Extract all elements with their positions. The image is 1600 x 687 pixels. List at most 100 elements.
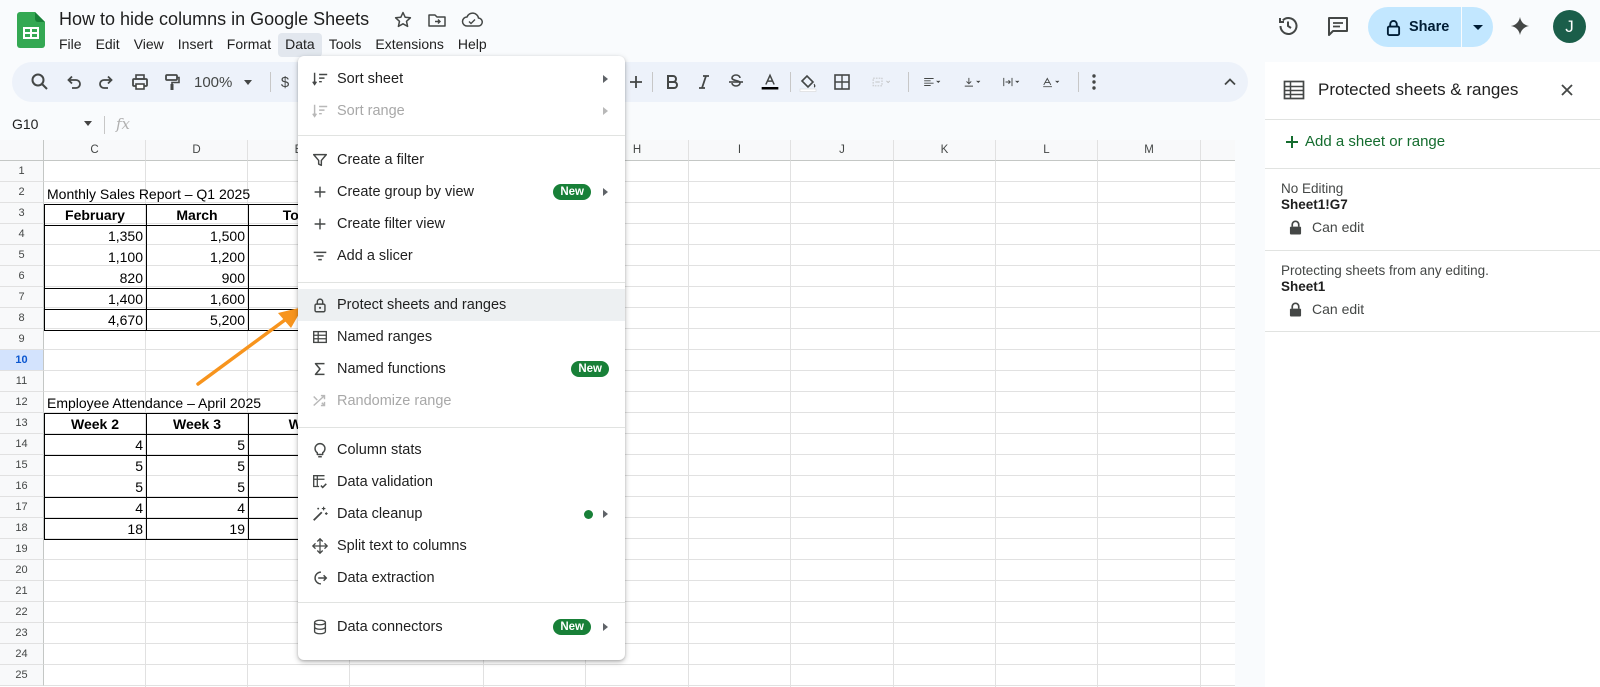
text-color-icon[interactable] [756, 70, 784, 94]
attendance-cell[interactable]: 18 [44, 518, 146, 539]
attendance-cell[interactable]: 5 [44, 455, 146, 476]
row-header-18[interactable]: 18 [0, 518, 44, 539]
paint-format-icon[interactable] [160, 70, 184, 94]
star-icon[interactable] [393, 10, 413, 30]
menu-view[interactable]: View [127, 33, 171, 57]
attendance-cell[interactable]: 5 [146, 455, 248, 476]
menu-item-named-functions[interactable]: Named functions New [298, 353, 625, 385]
column-header-i[interactable]: I [689, 140, 791, 161]
menu-edit[interactable]: Edit [89, 33, 127, 57]
menu-help[interactable]: Help [451, 33, 494, 57]
row-header-17[interactable]: 17 [0, 497, 44, 518]
row-header-8[interactable]: 8 [0, 308, 44, 329]
row-header-13[interactable]: 13 [0, 413, 44, 434]
merge-cells-icon[interactable] [862, 70, 902, 94]
sales-cell[interactable]: 1,200 [146, 246, 248, 267]
row-header-3[interactable]: 3 [0, 203, 44, 224]
fill-color-icon[interactable] [796, 70, 820, 94]
row-header-4[interactable]: 4 [0, 224, 44, 245]
bold-icon[interactable] [660, 70, 684, 94]
sales-cell[interactable]: 4,670 [44, 309, 146, 330]
attendance-cell[interactable]: 5 [44, 476, 146, 497]
menu-insert[interactable]: Insert [171, 33, 220, 57]
text-rotation-icon[interactable] [1034, 70, 1070, 94]
row-header-14[interactable]: 14 [0, 434, 44, 455]
menu-item-column-stats[interactable]: Column stats [298, 434, 625, 466]
row-header-6[interactable]: 6 [0, 266, 44, 287]
menu-item-sort-sheet[interactable]: Sort sheet [298, 63, 625, 95]
close-icon[interactable] [1559, 82, 1575, 98]
column-header-l[interactable]: L [996, 140, 1098, 161]
add-sheet-or-range-button[interactable]: Add a sheet or range [1285, 133, 1445, 150]
attendance-cell[interactable]: 4 [146, 497, 248, 518]
sales-cell[interactable]: 820 [44, 267, 146, 288]
menu-item-add-slicer[interactable]: Add a slicer [298, 240, 625, 272]
format-currency-button[interactable]: $ [277, 70, 293, 94]
attendance-cell[interactable]: 19 [146, 518, 248, 539]
sales-cell[interactable]: 1,400 [44, 288, 146, 309]
menu-format[interactable]: Format [220, 33, 278, 57]
italic-icon[interactable] [692, 70, 716, 94]
row-header-20[interactable]: 20 [0, 560, 44, 581]
attendance-cell[interactable]: 5 [146, 476, 248, 497]
sales-header-march[interactable]: March [146, 204, 248, 225]
protection-item[interactable]: No Editing Sheet1!G7 Can edit [1265, 168, 1600, 250]
column-header-d[interactable]: D [146, 140, 248, 161]
row-header-15[interactable]: 15 [0, 455, 44, 476]
row-header-23[interactable]: 23 [0, 623, 44, 644]
sales-cell[interactable]: 1,500 [146, 225, 248, 246]
attendance-cell[interactable]: 4 [44, 497, 146, 518]
row-header-25[interactable]: 25 [0, 665, 44, 686]
print-icon[interactable] [128, 70, 152, 94]
attendance-header-week2[interactable]: Week 2 [44, 413, 146, 434]
select-all-corner[interactable] [0, 140, 44, 161]
row-header-1[interactable]: 1 [0, 161, 44, 182]
avatar[interactable]: J [1553, 10, 1586, 43]
sheets-logo-icon[interactable] [17, 12, 45, 48]
menu-item-data-validation[interactable]: Data validation [298, 466, 625, 498]
menu-item-data-cleanup[interactable]: Data cleanup [298, 498, 625, 530]
menu-item-randomize-range[interactable]: Randomize range [298, 385, 625, 417]
attendance-cell[interactable]: 5 [146, 434, 248, 455]
menu-file[interactable]: File [52, 33, 89, 57]
row-header-7[interactable]: 7 [0, 287, 44, 308]
version-history-icon[interactable] [1274, 12, 1302, 40]
sales-cell[interactable]: 1,350 [44, 225, 146, 246]
menu-item-create-filter[interactable]: Create a filter [298, 144, 625, 176]
column-header-c[interactable]: C [44, 140, 146, 161]
sales-cell[interactable]: 5,200 [146, 309, 248, 330]
document-title[interactable]: How to hide columns in Google Sheets [59, 9, 369, 30]
menu-item-sort-range[interactable]: Sort range [298, 95, 625, 127]
sales-cell[interactable]: 1,100 [44, 246, 146, 267]
text-wrapping-icon[interactable] [994, 70, 1030, 94]
cloud-saved-icon[interactable] [461, 10, 483, 30]
search-menus-icon[interactable] [28, 70, 52, 94]
menu-item-data-extraction[interactable]: Data extraction [298, 562, 625, 594]
menu-item-create-filter-view[interactable]: Create filter view [298, 208, 625, 240]
share-dropdown-button[interactable] [1462, 7, 1493, 47]
row-header-16[interactable]: 16 [0, 476, 44, 497]
sales-table-title[interactable]: Monthly Sales Report – Q1 2025 [44, 183, 253, 204]
zoom-select[interactable]: 100% [194, 70, 264, 94]
vertical-align-icon[interactable] [955, 70, 991, 94]
share-button[interactable]: Share [1368, 7, 1461, 47]
menu-tools[interactable]: Tools [322, 33, 369, 57]
horizontal-align-icon[interactable] [915, 70, 951, 94]
row-header-22[interactable]: 22 [0, 602, 44, 623]
row-header-10[interactable]: 10 [0, 350, 44, 371]
row-header-21[interactable]: 21 [0, 581, 44, 602]
strikethrough-icon[interactable] [724, 70, 748, 94]
sales-cell[interactable]: 1,600 [146, 288, 248, 309]
row-header-5[interactable]: 5 [0, 245, 44, 266]
comments-icon[interactable] [1324, 12, 1352, 40]
menu-data[interactable]: Data [278, 33, 322, 57]
row-header-2[interactable]: 2 [0, 182, 44, 203]
menu-extensions[interactable]: Extensions [368, 33, 450, 57]
more-vert-icon[interactable] [1084, 70, 1104, 94]
plus-icon[interactable] [626, 70, 646, 94]
folder-move-icon[interactable] [427, 10, 447, 30]
menu-item-split-text-to-columns[interactable]: Split text to columns [298, 530, 625, 562]
collapse-toolbar-icon[interactable] [1220, 70, 1240, 94]
sales-header-february[interactable]: February [44, 204, 146, 225]
column-header-k[interactable]: K [894, 140, 996, 161]
